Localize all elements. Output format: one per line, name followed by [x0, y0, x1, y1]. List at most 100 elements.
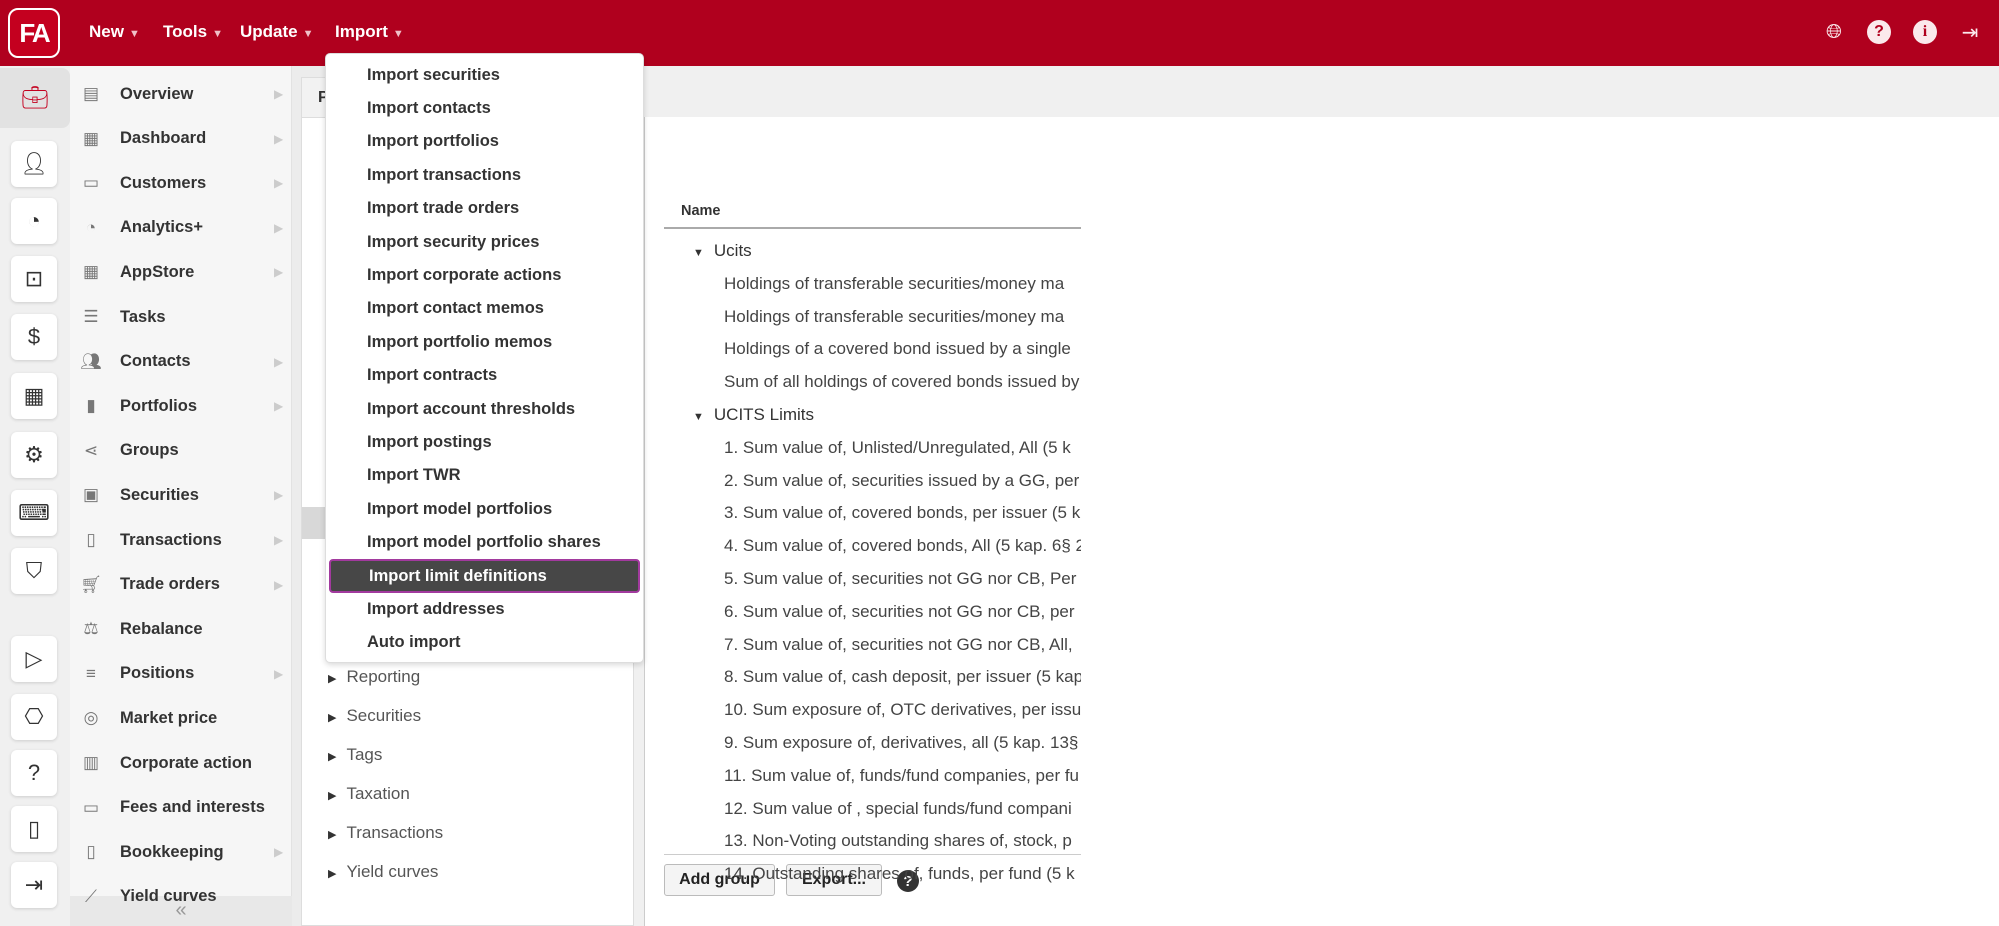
menu-label: Import [335, 22, 388, 41]
globe-icon[interactable]: 🌐︎ [1822, 20, 1846, 44]
tree-row[interactable]: 11. Sum value of, funds/fund companies, … [724, 766, 1081, 786]
rail-button-mobile[interactable]: ▯ [11, 806, 57, 852]
sidebar-item-groups[interactable]: ⋖ Groups [70, 431, 292, 471]
tree-group-label: Ucits [713, 241, 752, 260]
sidebar-item-rebalance[interactable]: ⚖︎ Rebalance [70, 609, 292, 649]
rail-button-code-laptop[interactable]: ⌨︎ [11, 490, 57, 536]
sidebar-item-transactions[interactable]: ▯ Transactions ▶ [70, 520, 292, 560]
tree-row[interactable]: 12. Sum value of , special funds/fund co… [724, 799, 1081, 819]
sidebar-item-portfolios[interactable]: ▮ Portfolios ▶ [70, 386, 292, 426]
rail-button-building[interactable]: ▦ [11, 373, 57, 419]
sidebar-item-corporate-action[interactable]: ▥ Corporate action [70, 743, 292, 783]
tree-item[interactable]: ▶ Yield curves [328, 862, 438, 882]
sidebar-item-trade-orders[interactable]: 🛒︎ Trade orders ▶ [70, 565, 292, 605]
menu-item-import-contracts[interactable]: Import contracts [329, 359, 640, 393]
sidebar-item-appstore[interactable]: ▦ AppStore ▶ [70, 252, 292, 292]
sidebar-item-positions[interactable]: ≡ Positions ▶ [70, 654, 292, 694]
scale-icon: ⚖︎ [83, 619, 99, 639]
tree-row[interactable]: 10. Sum exposure of, OTC derivatives, pe… [724, 700, 1081, 720]
menu-item-import-corporate-actions[interactable]: Import corporate actions [329, 258, 640, 292]
rail-button-ticket[interactable]: ⎔ [11, 694, 57, 740]
menu-item-auto-import[interactable]: Auto import [329, 626, 640, 660]
menu-item-import-contact-memos[interactable]: Import contact memos [329, 292, 640, 326]
menu-item-import-model-portfolios[interactable]: Import model portfolios [329, 492, 640, 526]
help-icon[interactable]: ? [1867, 20, 1891, 44]
sidebar-item-label: Transactions [120, 530, 222, 549]
rail-button-logout[interactable]: ⇥ [11, 862, 57, 908]
sidebar-item-tasks[interactable]: ☰ Tasks [70, 297, 292, 337]
rail-button-briefcase[interactable]: 💼︎ [0, 68, 70, 128]
tree-item[interactable]: ▶ Transactions [328, 823, 443, 843]
sidebar-item-dashboard[interactable]: ▦ Dashboard ▶ [70, 119, 292, 159]
menu-item-import-contacts[interactable]: Import contacts [329, 91, 640, 125]
menu-item-import-portfolio-memos[interactable]: Import portfolio memos [329, 325, 640, 359]
tree-item[interactable]: ▶ Reporting [328, 667, 420, 687]
sidebar-item-customers[interactable]: ▭ Customers ▶ [70, 163, 292, 203]
sidebar-item-yield-curves[interactable]: ⟋ Yield curves [70, 877, 292, 917]
sidebar-item-securities[interactable]: ▣ Securities ▶ [70, 475, 292, 515]
rail-button-hand-money[interactable]: $ [11, 314, 57, 360]
chevron-right-icon: ▶ [274, 131, 284, 146]
menu-item-import-transactions[interactable]: Import transactions [329, 158, 640, 192]
tree-row[interactable]: 6. Sum value of, securities not GG nor C… [724, 602, 1081, 622]
menu-item-import-postings[interactable]: Import postings [329, 425, 640, 459]
rail-button-customer-money[interactable]: 👤︎ [11, 141, 57, 187]
menu-item-import-limit-definitions[interactable]: Import limit definitions [329, 559, 640, 593]
menu-item-import-securities[interactable]: Import securities [329, 58, 640, 92]
corporate-icon: ▥ [82, 753, 100, 772]
menu-item-import-addresses[interactable]: Import addresses [329, 592, 640, 626]
sidebar-item-contacts[interactable]: 👥︎ Contacts ▶ [70, 342, 292, 382]
tree-row[interactable]: Holdings of transferable securities/mone… [724, 274, 1081, 294]
sidebar-item-overview[interactable]: ▤ Overview ▶ [70, 74, 292, 114]
menu-item-import-trade-orders[interactable]: Import trade orders [329, 192, 640, 226]
tree-row[interactable]: 2. Sum value of, securities issued by a … [724, 471, 1081, 491]
info-icon[interactable]: i [1913, 20, 1937, 44]
tree-group-label: UCITS Limits [713, 405, 815, 424]
tree-group[interactable]: ▼ Ucits [693, 241, 1081, 261]
fa-logo[interactable]: FA [8, 8, 60, 58]
rail-button-settings-sheet[interactable]: ⚙︎ [11, 432, 57, 478]
menu-item-import-security-prices[interactable]: Import security prices [329, 225, 640, 259]
rail-button-shield[interactable]: ⛉ [11, 548, 57, 594]
rail-button-analytics[interactable]: ◔ [11, 198, 57, 244]
sidebar-item-market-price[interactable]: ◎ Market price [70, 698, 292, 738]
rail-button-help[interactable]: ? [11, 750, 57, 796]
rail-button-money-network[interactable]: ⊡ [11, 256, 57, 302]
tree-item[interactable]: ▶ Taxation [328, 784, 410, 804]
sidebar-item-fees-and-interests[interactable]: ▭ Fees and interests [70, 788, 292, 828]
tree-row[interactable]: 1. Sum value of, Unlisted/Unregulated, A… [724, 438, 1081, 458]
tree-row[interactable]: 3. Sum value of, covered bonds, per issu… [724, 503, 1081, 523]
tree-row[interactable]: Holdings of a covered bond issued by a s… [724, 339, 1081, 359]
menu-item-import-twr[interactable]: Import TWR [329, 459, 640, 493]
tree-row[interactable]: Sum of all holdings of covered bonds iss… [724, 372, 1081, 392]
tree-row[interactable]: 7. Sum value of, securities not GG nor C… [724, 635, 1081, 655]
sidebar-item-analytics-[interactable]: ◔ Analytics+ ▶ [70, 208, 292, 248]
tree-row[interactable]: Holdings of transferable securities/mone… [724, 307, 1081, 327]
menu-item-import-account-thresholds[interactable]: Import account thresholds [329, 392, 640, 426]
tree-row[interactable]: 9. Sum exposure of, derivatives, all (5 … [724, 733, 1081, 753]
logout-icon[interactable]: ⇥ [1958, 20, 1982, 44]
help-icon: ? [27, 760, 41, 785]
tree-row[interactable]: 13. Non-Voting outstanding shares of, st… [724, 831, 1081, 851]
tree-row[interactable]: 5. Sum value of, securities not GG nor C… [724, 569, 1081, 589]
menu-new[interactable]: New ▼ [89, 22, 140, 42]
menu-item-import-model-portfolio-shares[interactable]: Import model portfolio shares [329, 526, 640, 560]
tree-group[interactable]: ▼ UCITS Limits [693, 405, 1081, 425]
play-icon: ▷ [25, 646, 43, 671]
tree-row[interactable]: 4. Sum value of, covered bonds, All (5 k… [724, 536, 1081, 556]
menu-item-import-portfolios[interactable]: Import portfolios [329, 125, 640, 159]
menu-tools[interactable]: Tools ▼ [163, 22, 223, 42]
tree-item-label: Tags [346, 745, 383, 764]
tree-item[interactable]: ▶ Tags [328, 745, 382, 765]
settings-sheet-icon: ⚙︎ [24, 442, 44, 467]
sidebar-item-bookkeeping[interactable]: ▯ Bookkeeping ▶ [70, 832, 292, 872]
tree-item[interactable]: ▶ Securities [328, 706, 421, 726]
tree-row[interactable]: 8. Sum value of, cash deposit, per issue… [724, 667, 1081, 687]
menu-update[interactable]: Update ▼ [240, 22, 314, 42]
column-header-name[interactable]: Name [681, 203, 721, 219]
menu-import[interactable]: Import ▼ [335, 22, 404, 42]
rail-button-play[interactable]: ▷ [11, 636, 57, 682]
tree-item-label: Yield curves [346, 862, 439, 881]
caret-right-icon: ▶ [328, 790, 337, 802]
tree-row[interactable]: 14. Outstanding shares of, funds, per fu… [724, 864, 1081, 884]
